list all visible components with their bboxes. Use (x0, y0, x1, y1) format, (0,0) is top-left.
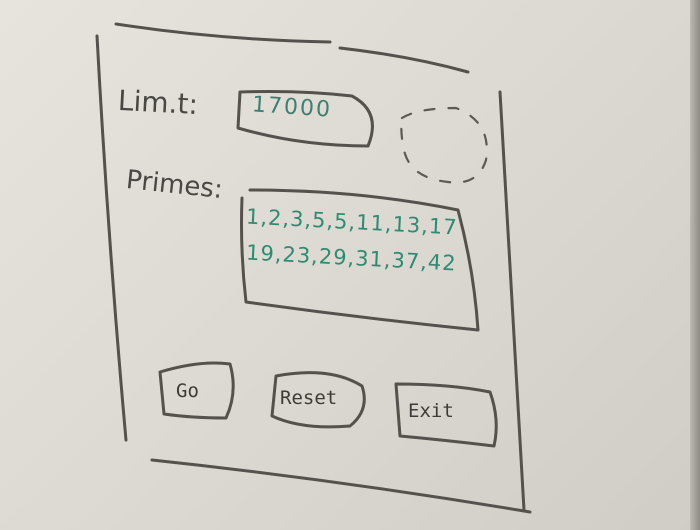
dotted-circle-icon (400, 106, 488, 184)
go-button[interactable]: Go (160, 364, 234, 420)
reset-button-label: Reset (280, 387, 338, 409)
reset-button[interactable]: Reset (272, 370, 370, 430)
window-right-edge (498, 90, 526, 512)
window-top-edge-left (114, 22, 332, 44)
window-top-edge-right (338, 46, 470, 74)
exit-button[interactable]: Exit (396, 384, 500, 446)
window-bottom-edge (150, 458, 532, 514)
limit-label: Lim.t: (117, 83, 199, 122)
exit-button-label: Exit (408, 400, 454, 422)
go-button-label: Go (176, 380, 199, 402)
